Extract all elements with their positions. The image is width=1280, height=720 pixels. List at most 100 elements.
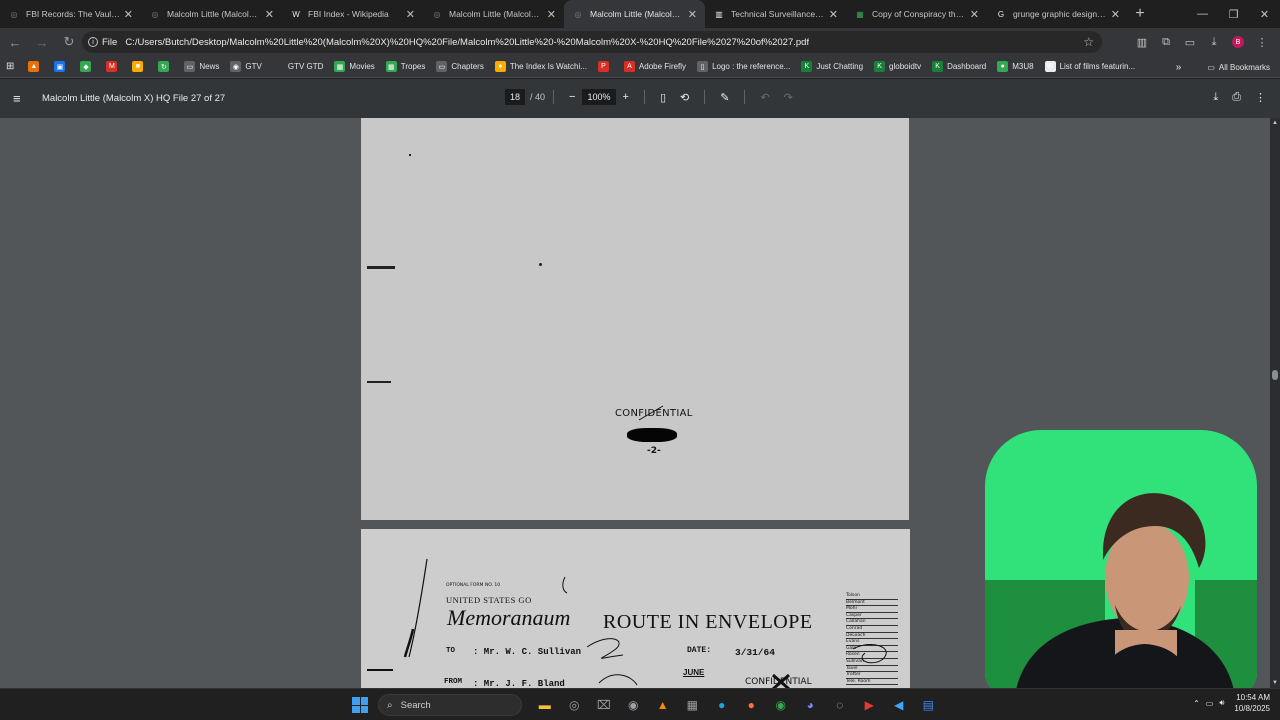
new-tab-button[interactable]: + xyxy=(1128,0,1152,28)
url-text[interactable]: C:/Users/Butch/Desktop/Malcolm%20Little%… xyxy=(125,37,809,48)
pdf-more-icon[interactable]: ⋮ xyxy=(1255,91,1266,104)
network-icon[interactable]: ▭ xyxy=(1206,699,1214,708)
bookmark-item[interactable]: P xyxy=(597,61,613,72)
bookmark-favicon-icon: K xyxy=(874,61,886,72)
cast-icon[interactable]: ▭ xyxy=(1178,30,1202,54)
browser-tab[interactable]: Ggrunge graphic design ass ✕ xyxy=(987,0,1128,28)
download-icon[interactable]: ⤓ xyxy=(1202,30,1226,54)
bookmark-item[interactable]: ▭ News xyxy=(184,61,219,72)
tab-close-icon[interactable]: ✕ xyxy=(970,8,979,21)
taskbar-search[interactable]: ⌕ Search xyxy=(378,694,522,716)
tab-close-icon[interactable]: ✕ xyxy=(829,8,838,21)
bookmark-item[interactable]: K Dashboard xyxy=(932,61,986,72)
edge-icon[interactable]: ● xyxy=(707,694,737,716)
discord-icon[interactable]: ◕ xyxy=(796,694,826,716)
browser-tab[interactable]: ◎ FBI Records: The Vault — M ✕ xyxy=(0,0,141,28)
reload-button[interactable]: ↻ xyxy=(57,30,81,54)
bookmark-star-icon[interactable]: ☆ xyxy=(1083,35,1094,49)
print-icon[interactable]: ⎙ xyxy=(1232,91,1241,104)
vlc-icon[interactable]: ▲ xyxy=(648,694,678,716)
bookmarks-overflow-icon[interactable]: » xyxy=(1176,62,1182,73)
tab-close-icon[interactable]: ✕ xyxy=(265,8,274,21)
fit-page-icon[interactable]: ▯ xyxy=(660,91,666,104)
bookmark-favicon-icon: ▦ xyxy=(334,61,346,72)
bookmark-item[interactable]: ◆ xyxy=(80,61,95,72)
minimize-button[interactable]: — xyxy=(1187,0,1218,28)
forward-button[interactable]: → xyxy=(30,30,54,54)
tab-close-icon[interactable]: ✕ xyxy=(547,8,556,21)
apps-icon[interactable]: ⊞ xyxy=(6,61,14,72)
address-bar[interactable]: i File C:/Users/Butch/Desktop/Malcolm%20… xyxy=(82,31,1102,53)
calculator-icon[interactable]: ▦ xyxy=(678,694,708,716)
bookmark-item[interactable]: A Adobe Firefly xyxy=(623,61,686,72)
terminal-icon[interactable]: ⌧ xyxy=(589,694,619,716)
scroll-down-icon[interactable]: ▼ xyxy=(1272,680,1278,686)
back-button[interactable]: ← xyxy=(3,30,27,54)
redo-icon[interactable]: ↷ xyxy=(784,91,793,104)
browser-tab[interactable]: ▦ Copy of Conspiracy theory ✕ xyxy=(846,0,987,28)
bookmark-item[interactable]: W List of films featurin... xyxy=(1044,61,1135,72)
app-icon[interactable]: ◎ xyxy=(560,694,590,716)
tab-close-icon[interactable]: ✕ xyxy=(124,8,133,21)
bookmark-item[interactable]: ↻ xyxy=(158,61,173,72)
bookmark-item[interactable]: Kgloboidtv xyxy=(874,61,921,72)
volume-icon[interactable]: 🔊︎ xyxy=(1219,698,1224,708)
profile-avatar[interactable]: B xyxy=(1232,36,1244,48)
windows-start-button[interactable] xyxy=(352,697,368,713)
browser-tab[interactable]: ◎ Malcolm Little (Malcolm X ✕ xyxy=(141,0,282,28)
bookmark-item[interactable]: ▦ Movies xyxy=(334,61,375,72)
sidebar-menu-icon[interactable]: ≡ xyxy=(13,91,33,106)
bookmark-item[interactable]: ▦ Tropes xyxy=(385,61,425,72)
close-window-button[interactable]: ✕ xyxy=(1249,0,1280,28)
all-bookmarks-link[interactable]: All Bookmarks xyxy=(1219,63,1270,72)
divider xyxy=(744,90,746,104)
page-number-input[interactable]: 18 xyxy=(505,89,526,105)
chrome-icon[interactable]: ◉ xyxy=(766,694,796,716)
browser-tab[interactable]: ◎ Malcolm Little (Malcolm X ✕ xyxy=(564,0,705,28)
file-explorer-icon[interactable]: ▬ xyxy=(530,694,560,716)
bookmark-item[interactable]: K Just Chatting xyxy=(801,61,863,72)
bookmark-item[interactable]: M xyxy=(106,61,121,72)
bookmark-item[interactable]: ● The Index Is Watchi... xyxy=(494,61,587,72)
tab-close-icon[interactable]: ✕ xyxy=(688,8,697,21)
media-icon[interactable]: ▶ xyxy=(855,694,885,716)
scroll-thumb[interactable] xyxy=(1272,370,1278,380)
bookmark-item[interactable]: ▲ xyxy=(28,61,43,72)
4k-downloader-icon[interactable]: ◉ xyxy=(619,694,649,716)
bookmark-item[interactable]: ▯ Logo : the reference... xyxy=(697,61,790,72)
bookmark-item[interactable]: ▭ Chapters xyxy=(436,61,484,72)
bookmark-item[interactable]: GTV GTD xyxy=(272,61,323,72)
bookmark-item[interactable]: ■ xyxy=(132,61,147,72)
tab-favicon-icon: W xyxy=(292,9,300,19)
firefox-icon[interactable]: ● xyxy=(737,694,767,716)
browser-toolbar: ← → ↻ i File C:/Users/Butch/Desktop/Malc… xyxy=(0,28,1280,56)
tab-close-icon[interactable]: ✕ xyxy=(1111,8,1120,21)
more-menu-icon[interactable]: ⋮ xyxy=(1250,30,1274,54)
zoom-out-button[interactable]: − xyxy=(569,91,575,103)
bookmark-item[interactable]: ● M3U8 xyxy=(997,61,1034,72)
browser-tab[interactable]: ◎ Malcolm Little (Malcolm X ✕ xyxy=(423,0,564,28)
maximize-button[interactable]: ❐ xyxy=(1218,0,1249,28)
bookmark-item[interactable]: ◉ GTV xyxy=(230,61,262,72)
pdf-download-icon[interactable]: ⤓ xyxy=(1213,91,1218,104)
scroll-up-icon[interactable]: ▲ xyxy=(1272,120,1278,126)
undo-icon[interactable]: ↶ xyxy=(760,91,769,104)
vscode-icon[interactable]: ◀ xyxy=(884,694,914,716)
extensions-icon[interactable]: ⧉ xyxy=(1154,30,1178,54)
site-info-chip[interactable]: i File xyxy=(88,37,117,48)
rotate-icon[interactable]: ⟲ xyxy=(680,91,689,104)
browser-tab[interactable]: ▥ Technical Surveillance (TE ✕ xyxy=(705,0,846,28)
browser-tab[interactable]: W FBI Index - Wikipedia ✕ xyxy=(282,0,423,28)
annotate-icon[interactable]: ✎ xyxy=(720,91,729,104)
reading-list-icon[interactable]: ▥ xyxy=(1130,30,1154,54)
tray-overflow-icon[interactable]: ⌃ xyxy=(1193,699,1200,708)
bookmark-item[interactable]: ▣ xyxy=(54,61,69,72)
clock[interactable]: 10:54 AM 10/8/2025 xyxy=(1234,692,1270,714)
notes-icon[interactable]: ▤ xyxy=(914,694,944,716)
pdf-scrollbar[interactable]: ▲ ▼ xyxy=(1270,118,1280,688)
tab-close-icon[interactable]: ✕ xyxy=(406,8,415,21)
zoom-input[interactable]: 100% xyxy=(582,89,616,105)
zoom-in-button[interactable]: + xyxy=(623,91,629,103)
tab-strip: ◎ FBI Records: The Vault — M ✕ ◎ Malcolm Lit… xyxy=(0,0,1280,28)
obs-icon[interactable]: ◌ xyxy=(825,694,855,716)
